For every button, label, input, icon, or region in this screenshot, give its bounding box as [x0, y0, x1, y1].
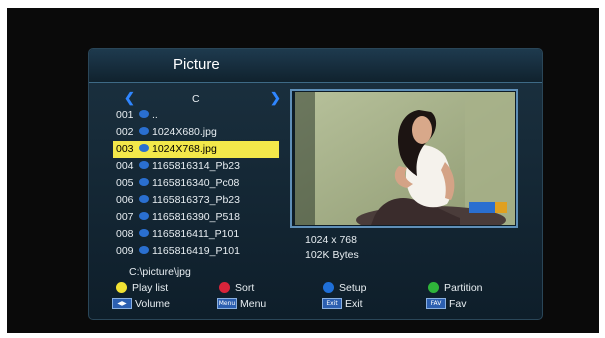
sort-label: Sort [235, 282, 255, 294]
file-name: 1165816373_Pb23 [152, 194, 240, 206]
picture-file-icon [139, 178, 149, 187]
partition-label: Partition [444, 282, 483, 294]
fav-button[interactable]: FAV Fav [426, 297, 467, 311]
file-name: .. [152, 109, 158, 121]
file-number: 006 [116, 194, 134, 206]
setup-label: Setup [339, 282, 367, 294]
file-name: 1024X768.jpg [152, 143, 217, 155]
list-item[interactable]: 001.. [113, 107, 279, 124]
list-item[interactable]: 008 1165816411_P101 [113, 226, 279, 243]
file-name: 1165816419_P101 [152, 245, 240, 257]
file-number: 009 [116, 245, 134, 257]
drive-label: C [192, 93, 200, 105]
volume-button[interactable]: ◀▶ Volume [112, 297, 170, 311]
file-name: 1165816390_P518 [152, 211, 240, 223]
file-number: 004 [116, 160, 134, 172]
list-item[interactable]: 002 1024X680.jpg [113, 124, 279, 141]
volume-key-icon: ◀▶ [112, 297, 132, 309]
current-path: C:\picture\jpg [129, 266, 191, 278]
page-title: Picture [173, 56, 220, 73]
file-number: 007 [116, 211, 134, 223]
setup-button[interactable]: Setup [323, 281, 366, 295]
tv-screen: Picture ❮ C ❯ 001.. 002 1024X680.jpg 003 1… [7, 8, 599, 333]
list-item[interactable]: 007 1165816390_P518 [113, 209, 279, 226]
picture-file-icon [139, 144, 149, 153]
preview-image [295, 92, 515, 225]
list-item[interactable]: 005 1165816340_Pc08 [113, 175, 279, 192]
file-list: 001.. 002 1024X680.jpg 003 1024X768.jpg 00… [113, 107, 279, 260]
picture-preview [290, 89, 518, 228]
menu-key-icon: Menu [217, 297, 237, 309]
play-list-button[interactable]: Play list [116, 281, 168, 295]
green-key-icon [428, 281, 439, 293]
fav-label: Fav [449, 298, 467, 310]
file-number: 002 [116, 126, 134, 138]
file-name: 1165816314_Pb23 [152, 160, 240, 172]
partition-button[interactable]: Partition [428, 281, 483, 295]
file-number: 001 [116, 109, 134, 121]
play-list-label: Play list [132, 282, 169, 294]
fav-key-icon: FAV [426, 297, 446, 309]
title-bar: Picture [89, 49, 542, 83]
picture-file-icon [139, 212, 149, 221]
preview-file-size: 102K Bytes [305, 249, 359, 261]
list-item-selected[interactable]: 003 1024X768.jpg [113, 141, 279, 158]
picture-browser-panel: Picture ❮ C ❯ 001.. 002 1024X680.jpg 003 1… [88, 48, 543, 320]
menu-button[interactable]: Menu Menu [217, 297, 266, 311]
menu-label: Menu [240, 298, 267, 310]
chevron-left-icon[interactable]: ❮ [124, 90, 135, 106]
list-item[interactable]: 004 1165816314_Pb23 [113, 158, 279, 175]
yellow-key-icon [116, 281, 127, 293]
preview-resolution: 1024 x 768 [305, 234, 357, 246]
exit-button[interactable]: Exit Exit [322, 297, 363, 311]
picture-file-icon [139, 195, 149, 204]
picture-file-icon [139, 161, 149, 170]
exit-key-icon: Exit [322, 297, 342, 309]
chevron-right-icon[interactable]: ❯ [270, 90, 281, 106]
list-item[interactable]: 006 1165816373_Pb23 [113, 192, 279, 209]
picture-file-icon [139, 110, 149, 119]
list-item[interactable]: 009 1165816419_P101 [113, 243, 279, 260]
sort-button[interactable]: Sort [219, 281, 254, 295]
red-key-icon [219, 281, 230, 293]
picture-file-icon [139, 229, 149, 238]
blue-key-icon [323, 281, 334, 293]
file-name: 1165816411_P101 [152, 228, 240, 240]
picture-file-icon [139, 246, 149, 255]
file-name: 1024X680.jpg [152, 126, 217, 138]
file-name: 1165816340_Pc08 [152, 177, 240, 189]
file-number: 005 [116, 177, 134, 189]
file-number: 003 [116, 143, 134, 155]
exit-label: Exit [345, 298, 363, 310]
volume-label: Volume [135, 298, 171, 310]
file-number: 008 [116, 228, 134, 240]
picture-file-icon [139, 127, 149, 136]
